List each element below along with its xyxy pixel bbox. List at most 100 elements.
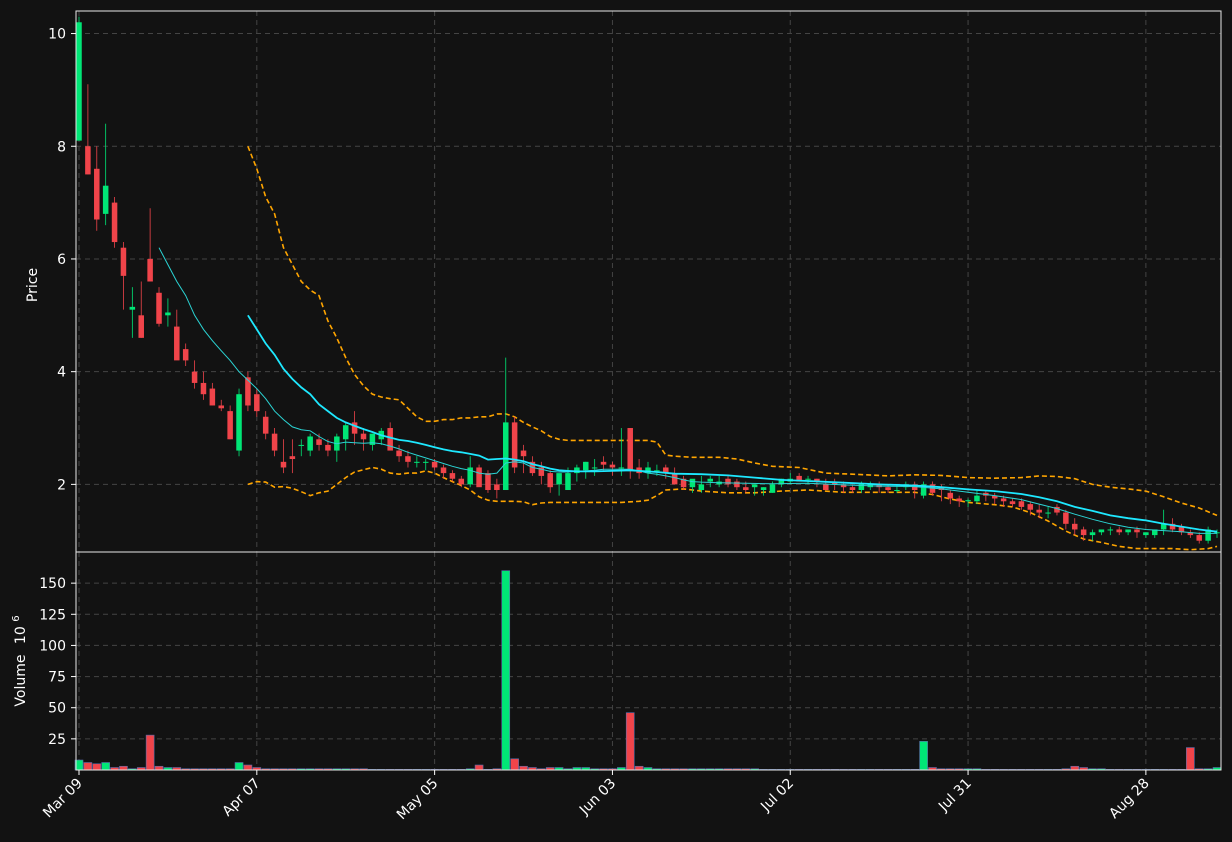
volume-bar [510,758,519,771]
candle-body [440,467,447,474]
candle-body [485,473,491,491]
candle-body [1027,504,1034,510]
candle-body [129,306,136,310]
candle-body [583,461,589,471]
candle-body [476,467,482,488]
candle-body [431,461,438,468]
price-axis-label: Price [25,268,41,302]
x-tick-label: Jun 03 [576,776,619,819]
candle-body [342,425,349,440]
candle-body [520,450,527,457]
candle-body [254,394,260,412]
price-candles [76,16,1220,544]
price-tick-label: 2 [57,477,66,493]
candle-body [85,146,91,175]
volume-axis-label: Volume 10 6 [11,615,29,706]
candle-body [565,473,571,491]
lower-band-line [247,466,1218,551]
candle-body [182,349,189,361]
volume-bar [501,570,511,771]
candle-body [734,481,740,488]
price-band-series [247,146,1218,551]
stock-chart: 2 4 6 8 10 Price 25 50 75 100 125 150 Volume 10 6… [11,10,1222,823]
candle-body [449,473,456,479]
candle-body [1134,529,1140,533]
candle-body [547,473,553,488]
candle-body [1089,532,1096,536]
candle-body [298,444,305,446]
volume-bar [243,764,253,771]
candle-body [191,371,198,383]
price-tick-label: 8 [57,139,66,155]
volume-axis-label-sup: 6 [11,615,22,621]
volume-bar [519,765,528,771]
x-tick-label: Aug 28 [1106,776,1152,822]
candle-body [707,478,713,482]
ma-slow-line [247,314,1218,533]
candle-body [227,411,233,440]
candle-body [627,428,633,471]
candle-body [1098,529,1105,533]
volume-axis-label-exp: 10 [13,626,29,644]
candle-body [325,444,331,451]
candle-body [94,168,100,220]
candle-body [165,312,171,316]
candle-body [805,478,811,480]
candle-body [200,382,207,395]
volume-tick-label: 125 [39,607,66,623]
candle-body [894,490,900,492]
volume-tick-label: 100 [39,638,66,654]
volume-panel-frame [75,551,1222,771]
candle-body [307,436,313,451]
candle-body [689,478,696,488]
candle-body [974,495,980,502]
candle-body [138,315,144,338]
candle-body [1000,498,1007,502]
candle-body [1196,535,1202,541]
volume-bar [101,762,110,771]
candle-body [316,439,322,445]
volume-tick-label: 25 [48,732,66,748]
candle-body [414,461,420,463]
volume-bar [234,762,244,771]
price-tick-label: 10 [48,27,66,43]
candle-body [1071,523,1078,530]
candle-body [1036,509,1042,513]
candle-body [111,202,118,243]
candle-body [591,467,598,469]
volume-bars [74,570,1222,771]
candle-body [262,416,269,434]
x-axis: Mar 09 Apr 07 May 05 Jun 03 Jul 02 Jul 31 Aug … [40,770,1153,823]
volume-tick-label: 75 [48,670,66,686]
candle-body [751,484,758,488]
candle-body [671,473,678,485]
candle-body [147,258,153,282]
x-tick-label: May 05 [394,776,442,824]
volume-bar [92,763,102,771]
candle-body [885,487,891,491]
candle-body [769,484,776,493]
candle-body [725,478,731,485]
candle-body [502,422,509,491]
ma-fast-line [158,247,1217,534]
candle-body [1063,512,1069,524]
volume-bar [119,765,128,771]
candle-body [760,487,767,491]
candle-body [849,487,856,491]
price-y-axis: 2 4 6 8 10 [48,27,76,493]
candle-body [102,185,109,214]
candle-body [1125,529,1131,533]
candle-body [422,461,429,463]
candle-body [956,498,962,502]
candle-body [351,422,358,434]
candle-body [494,484,500,491]
volume-bar [145,734,155,771]
candle-body [609,464,616,468]
volume-bar [919,741,928,771]
candle-body [76,22,82,141]
x-tick-label: Jul 31 [935,776,975,816]
candle-body [236,394,242,451]
volume-bar [1070,765,1080,771]
volume-y-axis: 25 50 75 100 125 150 [39,576,76,748]
candle-body [1107,529,1114,531]
